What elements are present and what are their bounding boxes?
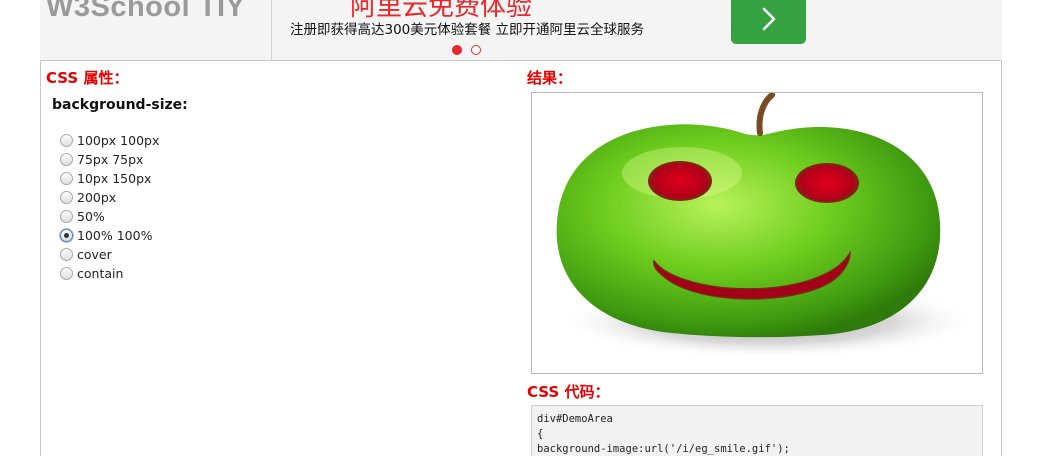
option-100px-100px[interactable]: 100px 100px (60, 131, 159, 150)
option-contain[interactable]: contain (60, 264, 159, 283)
result-label: 结果： (527, 69, 573, 87)
option-label: 200px (77, 190, 117, 205)
site-logo[interactable]: W3School TIY (46, 0, 245, 24)
option-cover[interactable]: cover (60, 245, 159, 264)
ad-next-button[interactable] (731, 0, 806, 44)
ad-carousel-dots (452, 45, 481, 55)
header-divider (271, 0, 272, 60)
css-props-label: CSS 属性： (46, 69, 129, 87)
code-line: background-image:url('/i/eg_smile.gif'); (537, 443, 790, 455)
option-label: 100% 100% (77, 228, 153, 243)
carousel-dot-1[interactable] (452, 45, 462, 55)
chevron-right-icon (762, 7, 775, 31)
radio-button[interactable] (60, 134, 73, 147)
carousel-dot-2[interactable] (471, 45, 481, 55)
code-line: { (537, 428, 544, 440)
option-75px-75px[interactable]: 75px 75px (60, 150, 159, 169)
option-label: cover (77, 247, 112, 262)
radio-button[interactable] (60, 248, 73, 261)
smiling-apple-image (556, 93, 978, 359)
option-label: contain (77, 266, 124, 281)
code-line: div#DemoArea (537, 413, 613, 425)
option-50-percent[interactable]: 50% (60, 207, 159, 226)
property-name: background-size: (52, 97, 188, 113)
radio-button[interactable] (60, 153, 73, 166)
option-label: 10px 150px (77, 171, 152, 186)
result-demo-area (531, 92, 983, 374)
header-bar: W3School TIY 阿里云免费体验 注册即获得高达300美元体验套餐 立即… (40, 0, 1002, 61)
background-size-options: 100px 100px 75px 75px 10px 150px 200px 5… (60, 131, 159, 283)
radio-button-checked[interactable] (60, 229, 73, 242)
ad-subtitle[interactable]: 注册即获得高达300美元体验套餐 立即开通阿里云全球服务 (290, 18, 644, 38)
css-code-label: CSS 代码： (527, 383, 610, 401)
option-label: 50% (77, 209, 105, 224)
radio-button[interactable] (60, 210, 73, 223)
css-code-block: div#DemoArea { background-image:url('/i/… (531, 405, 983, 456)
radio-button[interactable] (60, 267, 73, 280)
option-100-percent-100-percent[interactable]: 100% 100% (60, 226, 159, 245)
option-label: 100px 100px (77, 133, 160, 148)
option-10px-150px[interactable]: 10px 150px (60, 169, 159, 188)
option-label: 75px 75px (77, 152, 144, 167)
radio-button[interactable] (60, 172, 73, 185)
radio-button[interactable] (60, 191, 73, 204)
option-200px[interactable]: 200px (60, 188, 159, 207)
